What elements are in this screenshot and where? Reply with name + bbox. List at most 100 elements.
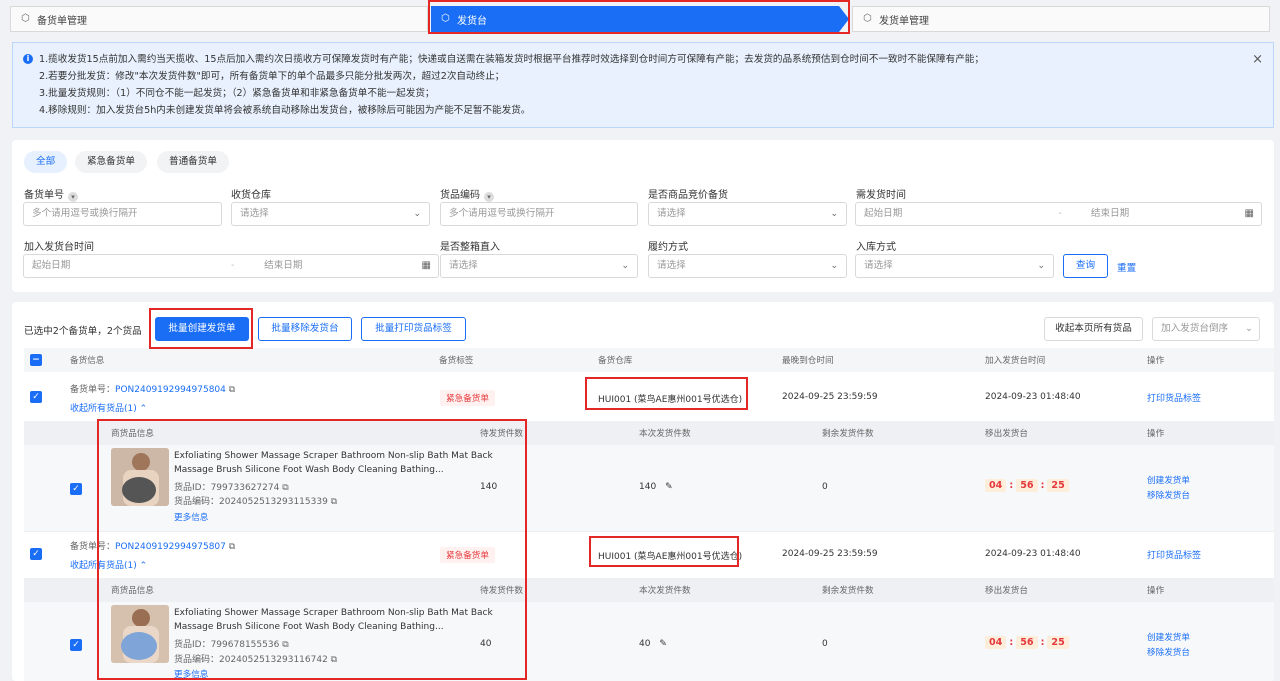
sku-code-input[interactable]: 多个请用逗号或换行隔开 (440, 202, 638, 226)
remove-link[interactable]: 移除发货台 (1147, 646, 1190, 658)
product-image (111, 605, 169, 663)
notice-line: 1.揽收发货15点前加入需约当天揽收、15点后加入需约次日揽收方可保障发货时有产… (39, 54, 984, 65)
filter-panel: 全部 紧急备货单 普通备货单 备货单号 ▾ 多个请用逗号或换行隔开 收货仓库 请选… (12, 140, 1274, 292)
box-direct-label: 是否整箱直入 (440, 242, 500, 253)
item-checkbox[interactable]: ✓ (70, 483, 82, 495)
goods-id: 货品ID：799733627274 ⧉ (174, 483, 289, 493)
joined-time: 2024-09-23 01:48:40 (985, 392, 1081, 402)
select-all-checkbox[interactable]: − (30, 354, 42, 366)
chevron-down-icon: ⌄ (830, 261, 838, 271)
pending-qty: 140 (480, 482, 498, 492)
notice-line: 4.移除规则：加入发货台5h内未创建发货单将会被系统自动移除出发货台，被移除后可… (39, 105, 531, 116)
chevron-down-icon[interactable]: ▾ (68, 192, 78, 202)
sort-select[interactable]: 加入发货台倒序 ⌄ (1152, 317, 1260, 341)
batch-create-button[interactable]: 批量创建发货单 (155, 317, 249, 341)
chevron-up-icon: ⌃ (139, 404, 148, 414)
chip-all[interactable]: 全部 (24, 151, 68, 173)
print-label-link[interactable]: 打印货品标签 (1147, 391, 1201, 404)
info-icon: i (23, 54, 33, 64)
remove-link[interactable]: 移除发货台 (1147, 489, 1190, 501)
warehouse-cell: HUI001 (菜鸟AE惠州001号优选仓) (598, 552, 743, 562)
notice-line: 3.批量发货规则：（1）不同仓不能一起发货；（2）紧急备货单和非紧急备货单不能一… (39, 88, 435, 99)
step-stock-order-management[interactable]: ⬡ 备货单管理 (10, 6, 428, 32)
price-compare-label: 是否商品竞价备货 (648, 190, 728, 201)
urgent-tag: 紧急备货单 (440, 547, 495, 563)
batch-print-button[interactable]: 批量打印货品标签 (361, 317, 466, 341)
chevron-down-icon: ⌄ (830, 209, 838, 219)
notice-banner: i 1.揽收发货15点前加入需约当天揽收、15点后加入需约次日揽收方可保障发货时… (12, 42, 1274, 128)
goods-id: 货品ID：799678155536 ⧉ (174, 640, 289, 650)
warehouse-label: 收货仓库 (231, 190, 271, 201)
order-no: 备货单号：PON2409192994975804 ⧉ (70, 385, 236, 395)
sku-code-label: 货品编码 ▾ (440, 186, 494, 202)
print-label-link[interactable]: 打印货品标签 (1147, 548, 1201, 561)
warehouse-select[interactable]: 请选择 ⌄ (231, 202, 430, 226)
item-checkbox[interactable]: ✓ (70, 639, 82, 651)
latest-arrival: 2024-09-25 23:59:59 (782, 549, 878, 559)
item-header: 商货品信息 待发货件数 本次发货件数 剩余发货件数 移出发货台 操作 (24, 421, 1274, 445)
urgent-tag: 紧急备货单 (440, 390, 495, 406)
inbound-select[interactable]: 请选择 ⌄ (855, 254, 1054, 278)
price-compare-select[interactable]: 请选择 ⌄ (648, 202, 847, 226)
batch-remove-button[interactable]: 批量移除发货台 (258, 317, 352, 341)
notice-line: 2.若要分批发货：修改"本次发货件数"即可，所有备货单下的单个品最多只能分批发两… (39, 71, 505, 82)
edit-icon[interactable]: ✎ (665, 482, 673, 492)
order-no-input[interactable]: 多个请用逗号或换行隔开 (23, 202, 222, 226)
more-info-link[interactable]: 更多信息 (174, 511, 208, 523)
copy-icon[interactable]: ⧉ (229, 385, 235, 395)
inbound-label: 入库方式 (856, 242, 896, 253)
create-shipment-link[interactable]: 创建发货单 (1147, 631, 1190, 643)
create-shipment-link[interactable]: 创建发货单 (1147, 474, 1190, 486)
fulfill-label: 履约方式 (648, 242, 688, 253)
box-direct-select[interactable]: 请选择 ⌄ (440, 254, 638, 278)
chevron-down-icon[interactable]: ▾ (484, 192, 494, 202)
join-time-label: 加入发货台时间 (24, 242, 94, 253)
copy-icon[interactable]: ⧉ (331, 497, 337, 507)
item-header: 商货品信息 待发货件数 本次发货件数 剩余发货件数 移出发货台 操作 (24, 578, 1274, 602)
table-header: − 备货信息 备货标签 备货仓库 最晚到仓时间 加入发货台时间 操作 (24, 348, 1274, 372)
copy-icon[interactable]: ⧉ (282, 640, 288, 650)
warehouse-cell: HUI001 (菜鸟AE惠州001号优选仓) (598, 395, 743, 405)
latest-arrival: 2024-09-25 23:59:59 (782, 392, 878, 402)
calendar-icon: ▦ (421, 260, 431, 271)
chevron-down-icon: ⌄ (621, 261, 629, 271)
copy-icon[interactable]: ⧉ (331, 655, 337, 665)
toggle-items-link[interactable]: 收起所有货品(1) ⌃ (70, 401, 147, 414)
chevron-down-icon: ⌄ (413, 209, 421, 219)
countdown-timer: 04:56:25 (985, 479, 1069, 492)
cube-icon: ⬡ (21, 13, 30, 24)
item-title-line1: Exfoliating Shower Massage Scraper Bathr… (174, 451, 493, 461)
remaining-qty: 0 (822, 639, 828, 649)
edit-icon[interactable]: ✎ (659, 639, 667, 649)
search-button[interactable]: 查询 (1063, 254, 1108, 278)
selection-summary: 已选中2个备货单，2个货品 (24, 326, 142, 337)
row-checkbox[interactable]: ✓ (30, 548, 42, 560)
shipping-list-panel: 已选中2个备货单，2个货品 批量创建发货单 批量移除发货台 批量打印货品标签 收… (12, 302, 1274, 681)
fulfill-select[interactable]: 请选择 ⌄ (648, 254, 847, 278)
copy-icon[interactable]: ⧉ (282, 483, 288, 493)
product-image (111, 448, 169, 506)
step-shipment-management[interactable]: ⬡ 发货单管理 (852, 6, 1270, 32)
row-checkbox[interactable]: ✓ (30, 391, 42, 403)
need-time-range[interactable]: 起始日期 - 结束日期 ▦ (855, 202, 1262, 226)
reset-link[interactable]: 重置 (1117, 260, 1136, 274)
chevron-down-icon: ⌄ (1244, 323, 1253, 334)
close-icon[interactable]: × (1252, 51, 1263, 68)
cube-icon: ⬡ (863, 13, 872, 24)
chip-normal[interactable]: 普通备货单 (157, 151, 229, 173)
toggle-items-link[interactable]: 收起所有货品(1) ⌃ (70, 558, 147, 571)
copy-icon[interactable]: ⧉ (229, 542, 235, 552)
join-time-range[interactable]: 起始日期 - 结束日期 ▦ (23, 254, 439, 278)
cube-icon: ⬡ (441, 13, 450, 24)
step-shipping-desk[interactable]: ⬡ 发货台 (431, 6, 849, 32)
pending-qty: 40 (480, 639, 492, 649)
collapse-all-button[interactable]: 收起本页所有货品 (1044, 317, 1143, 341)
calendar-icon: ▦ (1244, 208, 1254, 219)
more-info-link[interactable]: 更多信息 (174, 668, 208, 680)
step-navigation: ⬡ 备货单管理 ⬡ 发货台 ⬡ 发货单管理 (10, 6, 1270, 32)
order-no: 备货单号：PON2409192994975807 ⧉ (70, 542, 236, 552)
order-no-label: 备货单号 ▾ (24, 186, 78, 202)
chip-urgent[interactable]: 紧急备货单 (75, 151, 147, 173)
joined-time: 2024-09-23 01:48:40 (985, 549, 1081, 559)
chevron-down-icon: ⌄ (1037, 261, 1045, 271)
